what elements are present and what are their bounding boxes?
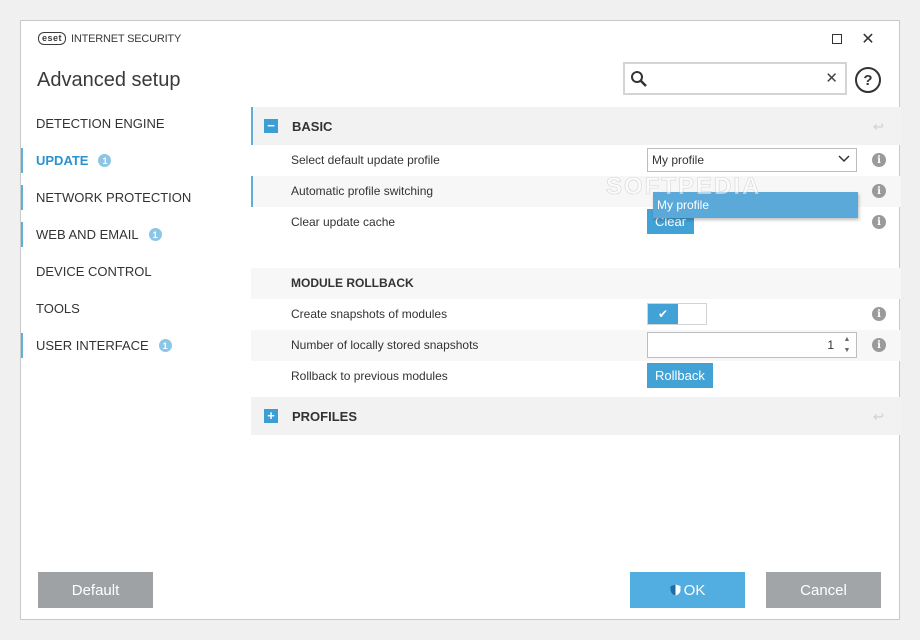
product-name: INTERNET SECURITY <box>71 32 182 45</box>
close-icon: ✕ <box>861 31 875 48</box>
setting-row-update-profile: Select default update profile My profile… <box>251 145 901 176</box>
eset-brand-mark: eset <box>38 32 67 45</box>
revert-icon[interactable]: ↩ <box>873 409 887 424</box>
collapse-icon[interactable]: − <box>264 119 278 133</box>
sidebar-item-detection-engine[interactable]: DETECTION ENGINE <box>21 105 241 142</box>
setting-label: Clear update cache <box>291 215 396 229</box>
close-button[interactable]: ✕ <box>855 27 881 51</box>
setting-label: Create snapshots of modules <box>291 307 448 321</box>
sidebar-item-network-protection[interactable]: NETWORK PROTECTION <box>21 179 241 216</box>
sidebar-item-user-interface[interactable]: USER INTERFACE 1 <box>21 327 241 364</box>
sidebar-item-label: DETECTION ENGINE <box>36 116 165 131</box>
ok-label: OK <box>683 581 706 599</box>
sidebar-item-label: DEVICE CONTROL <box>36 264 152 279</box>
section-profiles-header[interactable]: + PROFILES ↩ <box>251 397 901 435</box>
settings-panel: − BASIC ↩ Select default update profile … <box>251 107 901 435</box>
sidebar-item-label: TOOLS <box>36 301 80 316</box>
page-title: Advanced setup <box>37 69 181 91</box>
maximize-icon <box>832 34 842 44</box>
section-basic-header[interactable]: − BASIC ↩ <box>251 107 901 145</box>
notification-badge: 1 <box>158 339 172 352</box>
chevron-down-icon <box>838 152 850 167</box>
module-rollback-header: MODULE ROLLBACK <box>251 268 901 299</box>
sidebar-item-web-and-email[interactable]: WEB AND EMAIL 1 <box>21 216 241 253</box>
info-icon[interactable]: i <box>872 184 886 198</box>
info-icon[interactable]: i <box>872 338 886 352</box>
setting-row-snapshots: Create snapshots of modules ✔ i <box>251 299 901 330</box>
sidebar: DETECTION ENGINE UPDATE 1 NETWORK PROTEC… <box>21 105 241 364</box>
stepper-value[interactable]: 1 <box>827 338 834 352</box>
subsection-title: MODULE ROLLBACK <box>291 276 414 290</box>
maximize-button[interactable] <box>824 27 850 51</box>
sidebar-item-tools[interactable]: TOOLS <box>21 290 241 327</box>
setting-label: Rollback to previous modules <box>291 369 448 383</box>
section-title: BASIC <box>292 118 333 134</box>
snapshot-count-stepper[interactable]: 1 ▲ ▼ <box>647 332 857 358</box>
info-icon[interactable]: i <box>872 307 886 321</box>
decrement-icon[interactable]: ▼ <box>841 345 853 356</box>
increment-icon[interactable]: ▲ <box>841 334 853 345</box>
dropdown-option-my-profile[interactable]: My profile <box>653 192 858 218</box>
notification-badge: 1 <box>98 154 112 167</box>
clear-search-icon[interactable]: ✕ <box>825 69 838 87</box>
snapshots-toggle[interactable]: ✔ <box>647 303 707 325</box>
default-button[interactable]: Default <box>38 572 153 608</box>
setting-label: Automatic profile switching <box>291 184 434 198</box>
setting-label: Number of locally stored snapshots <box>291 338 479 352</box>
update-profile-select[interactable]: My profile <box>647 148 857 172</box>
shield-icon <box>670 584 681 596</box>
sidebar-item-device-control[interactable]: DEVICE CONTROL <box>21 253 241 290</box>
section-title: PROFILES <box>292 408 358 424</box>
search-icon <box>631 71 647 87</box>
help-icon[interactable]: ? <box>855 67 881 93</box>
search-input[interactable] <box>653 68 819 90</box>
sidebar-item-label: NETWORK PROTECTION <box>36 190 192 205</box>
setting-label: Select default update profile <box>291 153 440 167</box>
ok-button[interactable]: OK <box>630 572 745 608</box>
notification-badge: 1 <box>148 228 162 241</box>
select-value: My profile <box>652 153 705 167</box>
search-box[interactable]: ✕ <box>623 62 847 95</box>
setting-row-rollback: Rollback to previous modules Rollback <box>251 361 901 392</box>
info-icon[interactable]: i <box>872 153 886 167</box>
revert-icon[interactable]: ↩ <box>873 119 887 134</box>
sidebar-item-update[interactable]: UPDATE 1 <box>21 142 241 179</box>
checkmark-icon: ✔ <box>648 304 678 324</box>
advanced-setup-window: eset INTERNET SECURITY ✕ Advanced setup … <box>20 20 901 620</box>
sidebar-item-label: USER INTERFACE <box>36 338 149 353</box>
setting-row-snapshot-count: Number of locally stored snapshots 1 ▲ ▼… <box>251 330 901 361</box>
cancel-button[interactable]: Cancel <box>766 572 881 608</box>
eset-logo: eset INTERNET SECURITY <box>38 32 181 45</box>
title-bar: eset INTERNET SECURITY ✕ <box>21 21 899 57</box>
rollback-button[interactable]: Rollback <box>647 363 713 388</box>
expand-icon[interactable]: + <box>264 409 278 423</box>
sidebar-item-label: UPDATE <box>36 153 89 168</box>
info-icon[interactable]: i <box>872 215 886 229</box>
sidebar-item-label: WEB AND EMAIL <box>36 227 139 242</box>
